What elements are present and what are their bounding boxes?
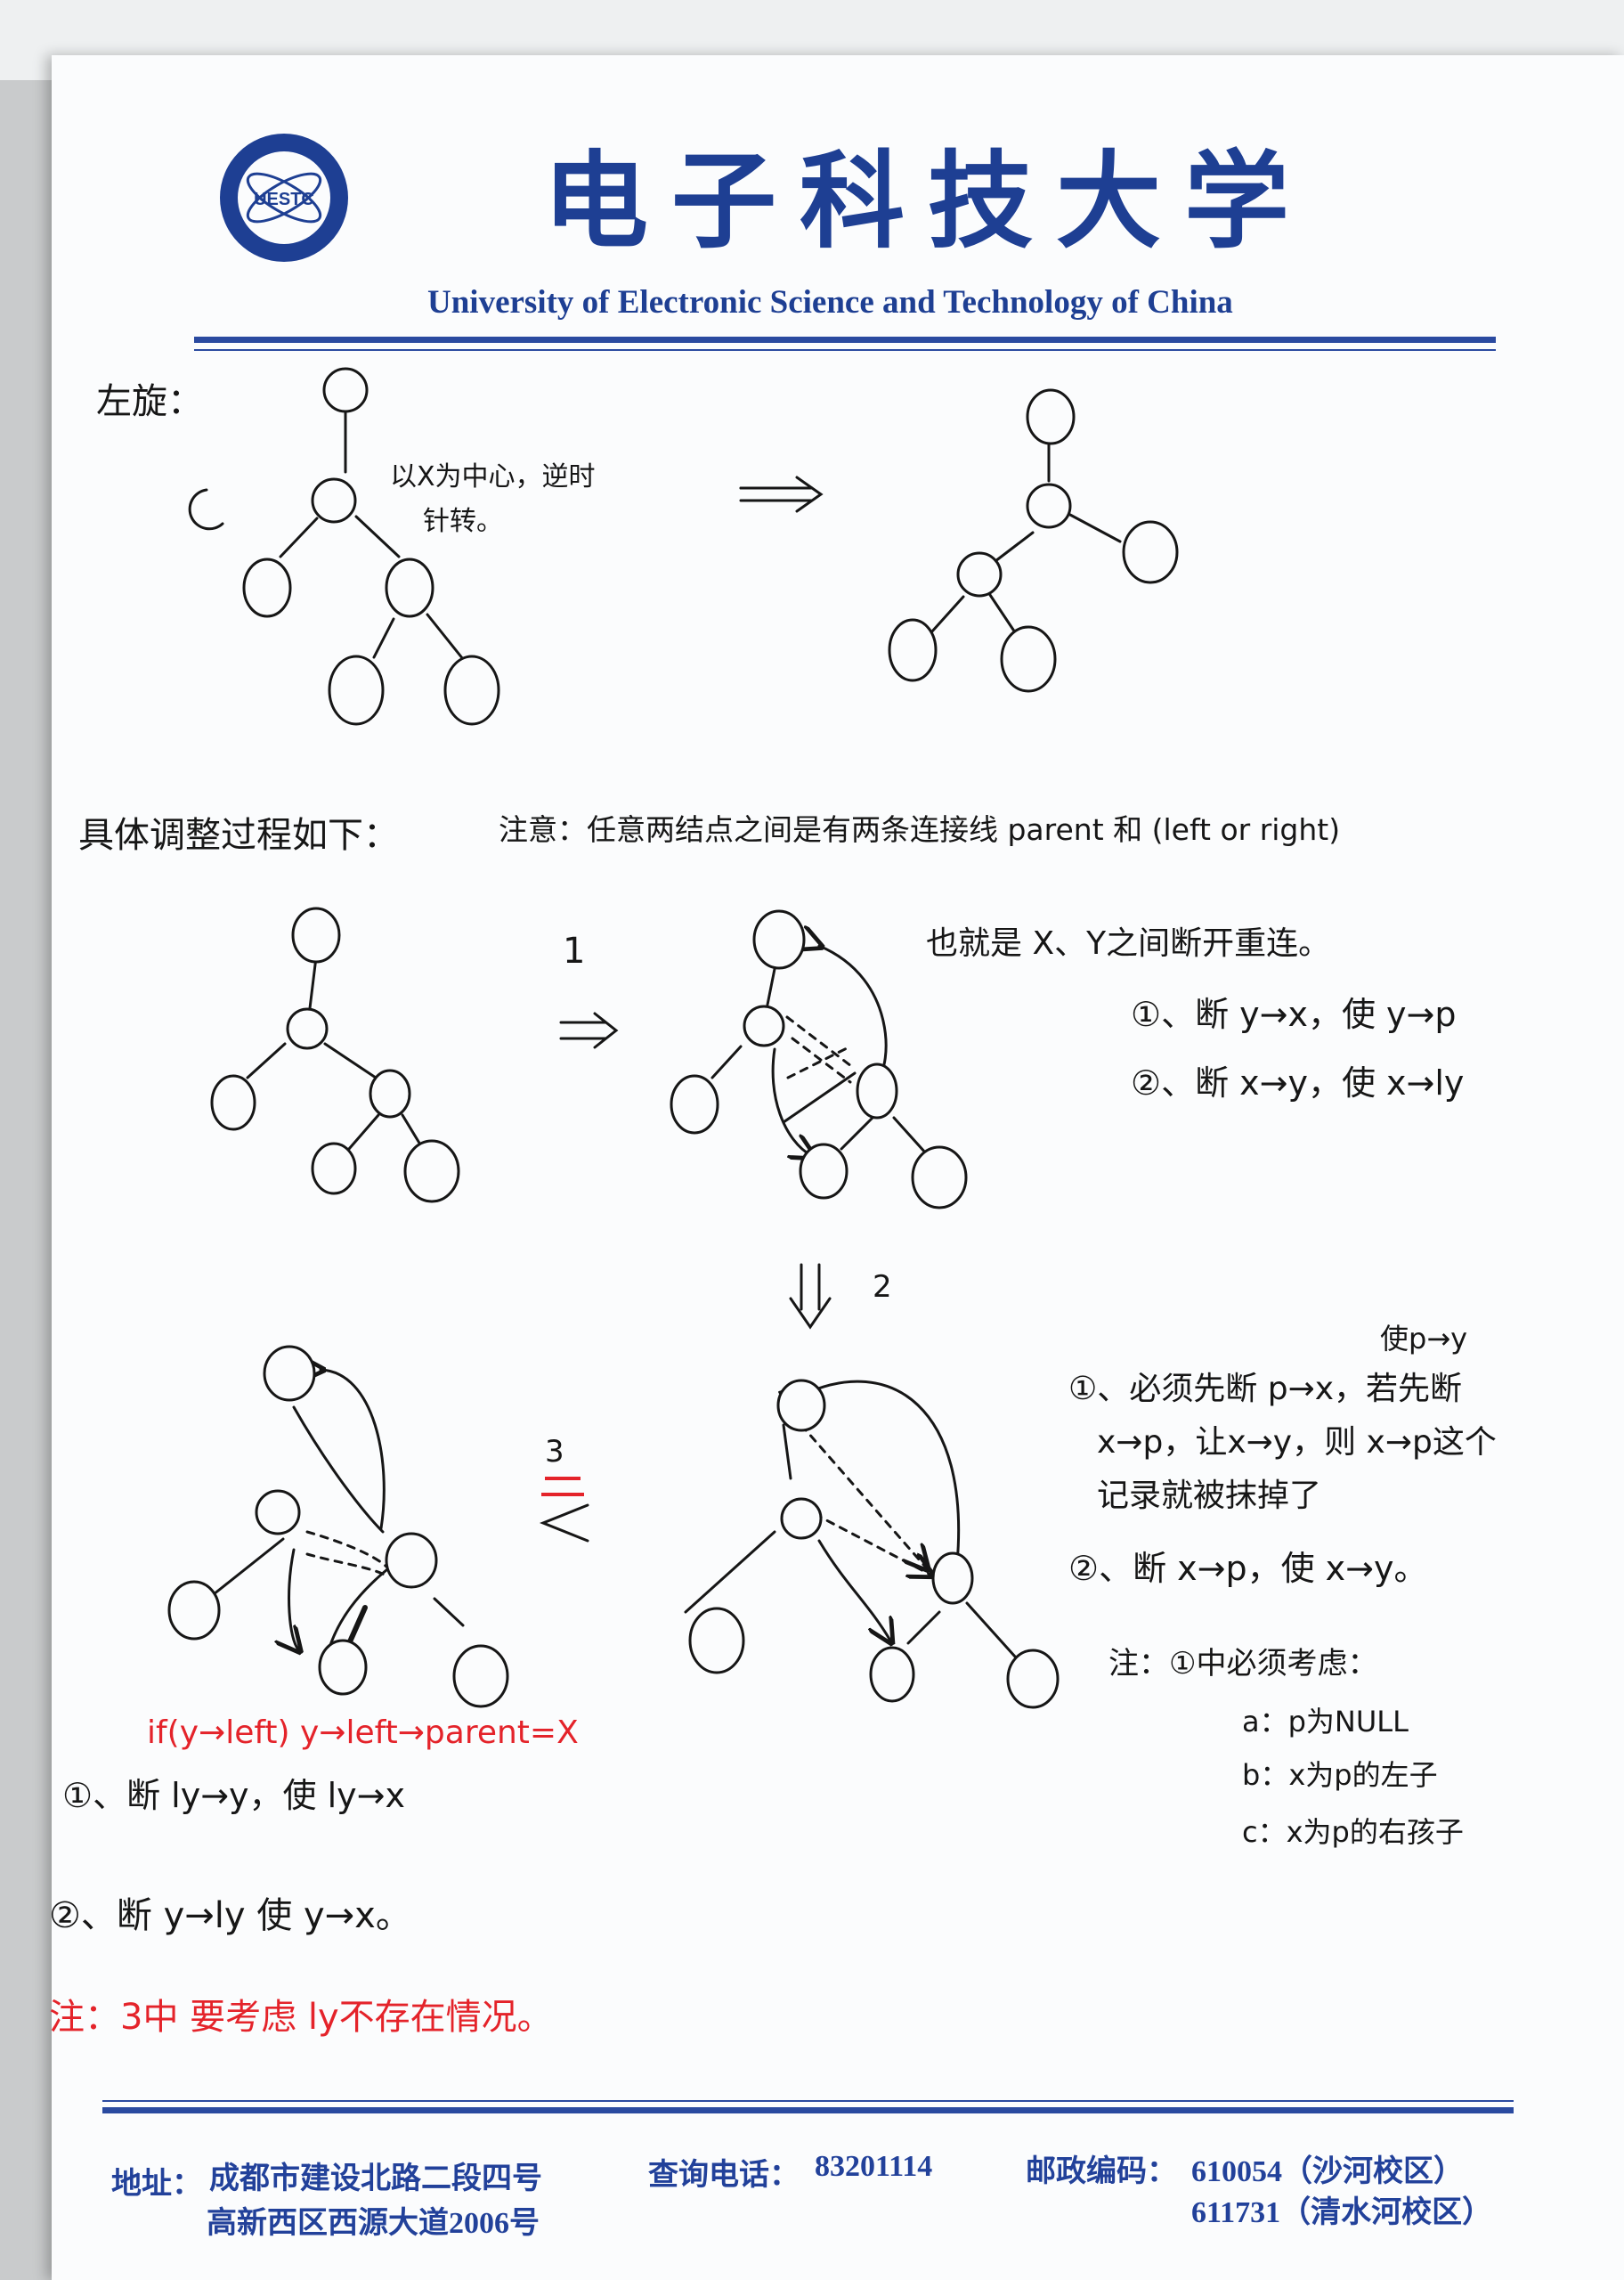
notebook-page: [52, 55, 1624, 2280]
footer-rule-thin: [102, 2100, 1514, 2102]
step3-item1: ①、断 ly→y，使 ly→x: [62, 1776, 405, 1815]
footer-rule-thick: [102, 2107, 1514, 2113]
footer-address-line2: 高新西区西源大道2006号: [207, 2207, 540, 2240]
footer-postcode2: 611731（清水河校区）: [1191, 2196, 1493, 2229]
step2-item1-line3: 记录就被抹掉了: [1097, 1478, 1322, 1514]
step2-item1-line2: x→p，让x→y，则 x→p这个: [1097, 1424, 1497, 1461]
university-logo: UESTC 1956: [220, 134, 348, 262]
footer-postcode-label: 邮政编码：: [1026, 2155, 1177, 2188]
university-name-english: University of Electronic Science and Tec…: [427, 284, 1233, 321]
footer-address-line1: 成都市建设北路二段四号: [209, 2162, 542, 2195]
note-title: 注：①中必须考虑：: [1108, 1646, 1378, 1682]
header-rule-thick: [194, 337, 1496, 343]
footer-postcode1: 610054（沙河校区）: [1191, 2155, 1464, 2188]
step2-item1-extra: 使p→y: [1380, 1322, 1468, 1356]
step2-item1-line1: ①、必须先断 p→x，若先断: [1068, 1371, 1463, 1407]
logo-year: 1956: [272, 230, 296, 243]
step3-code: if(y→left) y→left→parent=X: [147, 1714, 579, 1751]
note-b: b：x为p的左子: [1242, 1758, 1438, 1792]
step2-item2: ②、断 x→p，使 x→y。: [1068, 1549, 1428, 1588]
step3-note: 注：3中 要考虑 ly不存在情况。: [49, 1997, 553, 2038]
step1-description: 也就是 X、Y之间断开重连。: [926, 925, 1331, 962]
university-name-chinese: 电子科技大学: [543, 139, 1313, 263]
step1-number: 1: [563, 931, 586, 972]
attention-note: 注意：任意两结点之间是有两条连接线 parent 和 (left or righ…: [499, 812, 1341, 847]
section-left-rotation-title: 左旋：: [96, 381, 203, 422]
step-heading: 具体调整过程如下：: [78, 815, 399, 856]
rotate-note-line2: 针转。: [423, 506, 503, 537]
footer-phone: 83201114: [815, 2150, 933, 2183]
rotate-note-line1: 以X为中心，逆时: [390, 461, 596, 493]
note-a: a：p为NULL: [1242, 1705, 1409, 1738]
note-c: c：x为p的右孩子: [1242, 1815, 1464, 1849]
step1-item2: ②、断 x→y，使 x→ly: [1131, 1063, 1465, 1103]
header-rule-thin: [194, 349, 1496, 351]
footer-address-label: 地址：: [111, 2168, 202, 2201]
step3-number: 3: [545, 1434, 564, 1470]
step1-item1: ①、断 y→x，使 y→p: [1131, 995, 1457, 1034]
step2-number: 2: [873, 1269, 892, 1305]
logo-text: UESTC: [254, 190, 314, 209]
footer-phone-label: 查询电话：: [648, 2159, 800, 2192]
step3-item2: ②、断 y→ly 使 y→x。: [49, 1895, 411, 1936]
